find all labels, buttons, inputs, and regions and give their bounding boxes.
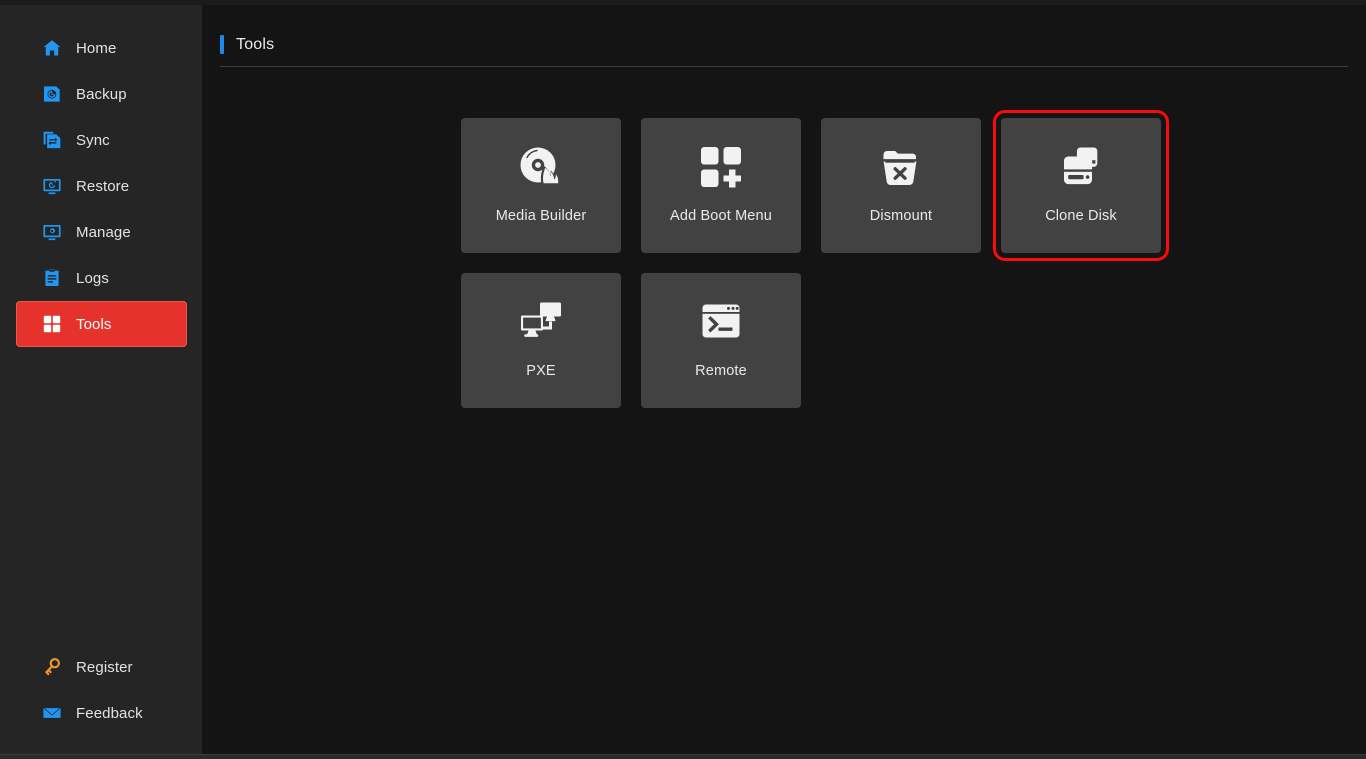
sidebar-item-label: Logs [76,269,109,287]
sidebar-item-label: Backup [76,85,127,103]
sidebar-nav-list: Home Backup Sync Restore Manage Logs Too… [0,25,202,347]
sidebar-bottom-nav: Register Feedback [0,644,202,754]
terminal-window-icon [695,298,747,346]
application-window: Home Backup Sync Restore Manage Logs Too… [0,0,1366,759]
restore-icon [42,176,62,196]
tools-grid-icon [42,314,62,334]
two-monitors-icon [515,298,567,346]
squares-plus-icon [695,143,747,191]
sync-icon [42,130,62,150]
stacked-disks-icon [1055,143,1107,191]
sidebar-item-sync[interactable]: Sync [16,117,187,163]
header-accent-bar [220,35,224,54]
envelope-icon [42,703,62,723]
window-bottom-strip [0,754,1366,759]
sidebar-item-label: Feedback [76,704,143,722]
tool-card-label: Remote [695,363,747,379]
sidebar-item-home[interactable]: Home [16,25,187,71]
manage-icon [42,222,62,242]
window-body: Home Backup Sync Restore Manage Logs Too… [0,5,1366,754]
bin-x-icon [875,143,927,191]
sidebar-item-label: Manage [76,223,131,241]
tool-card-add-boot-menu[interactable]: Add Boot Menu [641,118,801,253]
sidebar-item-label: Home [76,39,117,57]
tool-card-media-builder[interactable]: Media Builder [461,118,621,253]
sidebar-item-backup[interactable]: Backup [16,71,187,117]
page-header-inner: Tools [220,35,1348,67]
sidebar-item-feedback[interactable]: Feedback [16,690,187,736]
tool-card-pxe[interactable]: PXE [461,273,621,408]
sidebar-item-register[interactable]: Register [16,644,187,690]
tool-card-remote[interactable]: Remote [641,273,801,408]
tool-card-label: Add Boot Menu [670,208,772,224]
tool-card-label: Clone Disk [1045,208,1117,224]
sidebar-item-label: Sync [76,131,110,149]
sidebar-item-restore[interactable]: Restore [16,163,187,209]
sidebar-item-label: Restore [76,177,130,195]
sidebar-item-tools[interactable]: Tools [16,301,187,347]
tool-card-clone-disk[interactable]: Clone Disk [993,110,1169,261]
page-header: Tools [202,5,1348,67]
sidebar-item-manage[interactable]: Manage [16,209,187,255]
tool-card-dismount[interactable]: Dismount [821,118,981,253]
sidebar-item-label: Register [76,658,133,676]
logs-icon [42,268,62,288]
tools-grid: Media Builder Add Boot Menu Dismount Clo… [202,67,1202,408]
sidebar-item-label: Tools [76,315,112,333]
home-icon [42,38,62,58]
backup-icon [42,84,62,104]
tool-card-label: Dismount [869,208,933,224]
key-icon [42,657,62,677]
tool-card-label: PXE [526,363,556,379]
disc-flame-icon [515,143,567,191]
sidebar: Home Backup Sync Restore Manage Logs Too… [0,5,202,754]
sidebar-item-logs[interactable]: Logs [16,255,187,301]
tool-card-label: Media Builder [495,208,587,224]
content-area: Tools Media Builder Add Boot Menu Dismou… [202,5,1366,754]
page-title: Tools [236,35,275,53]
